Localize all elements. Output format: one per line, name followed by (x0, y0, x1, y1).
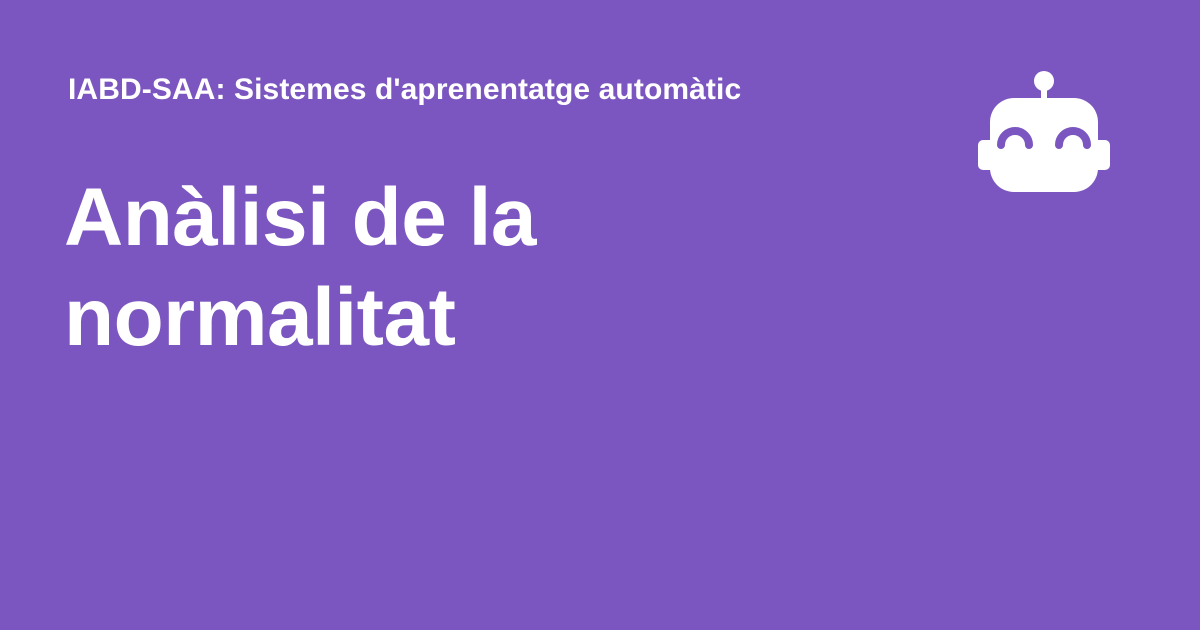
social-card: IABD-SAA: Sistemes d'aprenentatge automà… (0, 0, 1200, 630)
page-title-line-1: Anàlisi de la (64, 172, 537, 263)
robot-head-icon (978, 71, 1110, 192)
page-title-line-2: normalitat (64, 272, 456, 363)
page-title: Anàlisi de la normalitat (64, 168, 884, 368)
robot-head (990, 98, 1098, 192)
site-name: IABD-SAA: Sistemes d'aprenentatge automà… (68, 73, 742, 106)
